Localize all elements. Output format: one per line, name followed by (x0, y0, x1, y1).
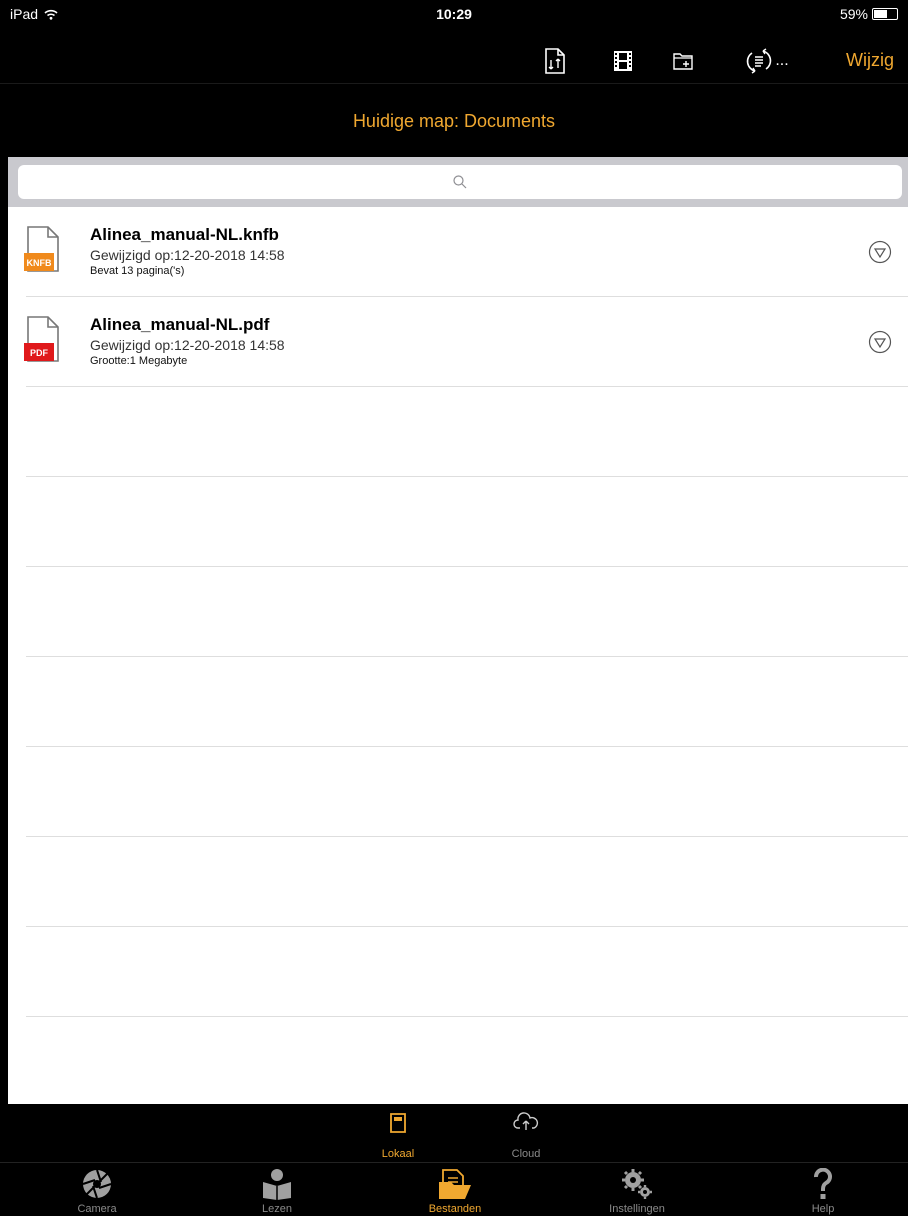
tab-camera[interactable]: Camera (52, 1167, 142, 1215)
file-modified: Gewijzigd op:12-20-2018 14:58 (90, 337, 285, 353)
files-folder-icon (439, 1169, 471, 1199)
file-info: Bevat 13 pagina('s) (90, 265, 185, 277)
top-toolbar: ... Wijzig (0, 38, 908, 84)
file-modified: Gewijzigd op:12-20-2018 14:58 (90, 247, 285, 263)
camera-aperture-icon (82, 1169, 112, 1199)
tab-cloud[interactable]: Cloud (496, 1112, 556, 1160)
tab-help[interactable]: Help (778, 1167, 868, 1215)
file-info: Grootte:1 Megabyte (90, 355, 188, 367)
folder-title: Huidige map: Documents (0, 85, 908, 157)
search-bar (8, 157, 908, 207)
storage-tabs: Lokaal Cloud (0, 1104, 908, 1162)
search-input[interactable] (18, 165, 902, 199)
battery-percent: 59% (839, 6, 868, 22)
film-button[interactable] (608, 46, 638, 76)
edit-button[interactable]: Wijzig (846, 50, 894, 71)
gears-icon (622, 1169, 652, 1199)
file-name: Alinea_manual-NL.pdf (90, 315, 270, 334)
file-badge-label: KNFB (27, 258, 52, 268)
new-folder-icon (673, 53, 693, 70)
file-row[interactable]: KNFB Alinea_manual-NL.knfb Gewijzigd op:… (8, 207, 908, 297)
file-browser: KNFB Alinea_manual-NL.knfb Gewijzigd op:… (8, 157, 908, 1104)
clock: 10:29 (436, 6, 472, 22)
cloud-upload-icon (513, 1112, 539, 1130)
empty-row (8, 387, 908, 477)
search-icon (453, 175, 467, 189)
empty-row (8, 477, 908, 567)
empty-row (8, 747, 908, 837)
empty-row (8, 567, 908, 657)
file-name: Alinea_manual-NL.knfb (90, 225, 279, 244)
tab-instellingen[interactable]: Instellingen (592, 1167, 682, 1215)
film-icon (614, 51, 632, 71)
battery-icon (872, 8, 898, 20)
empty-row (8, 927, 908, 1017)
empty-row (8, 657, 908, 747)
tab-bestanden[interactable]: Bestanden (410, 1167, 500, 1215)
sync-menu-button[interactable]: ... (742, 46, 792, 76)
tab-lokaal[interactable]: Lokaal (368, 1112, 428, 1160)
tab-lezen[interactable]: Lezen (232, 1167, 322, 1215)
more-ellipsis: ... (775, 52, 789, 69)
battery-fill (874, 10, 887, 18)
question-mark-icon (814, 1168, 832, 1199)
file-badge-label: PDF (30, 348, 49, 358)
new-folder-button[interactable] (668, 46, 698, 76)
sd-card-icon (390, 1113, 406, 1133)
tab-lezen-label: Lezen (262, 1203, 292, 1215)
pdf-file-icon: PDF (24, 316, 59, 362)
status-right: 59% (840, 6, 898, 22)
file-row[interactable]: PDF Alinea_manual-NL.pdf Gewijzigd op:12… (8, 297, 908, 387)
tab-camera-label: Camera (77, 1203, 117, 1215)
tab-instellingen-label: Instellingen (609, 1203, 665, 1215)
sync-document-icon (747, 48, 772, 74)
tab-help-label: Help (811, 1203, 835, 1215)
file-options-icon[interactable] (868, 330, 892, 354)
bottom-tab-bar: Camera Lezen Bestanden Instellingen Help (0, 1162, 908, 1216)
file-options-icon[interactable] (868, 240, 892, 264)
import-document-button[interactable] (540, 46, 570, 76)
empty-row (8, 837, 908, 927)
status-bar: iPad 10:29 59% (0, 0, 908, 38)
tab-lokaal-label: Lokaal (381, 1148, 415, 1160)
reading-person-icon (263, 1169, 291, 1200)
document-import-icon (545, 48, 565, 74)
file-list: KNFB Alinea_manual-NL.knfb Gewijzigd op:… (8, 207, 908, 1017)
tab-cloud-label: Cloud (511, 1148, 541, 1160)
tab-bestanden-label: Bestanden (428, 1203, 482, 1215)
knfb-file-icon: KNFB (24, 226, 59, 272)
